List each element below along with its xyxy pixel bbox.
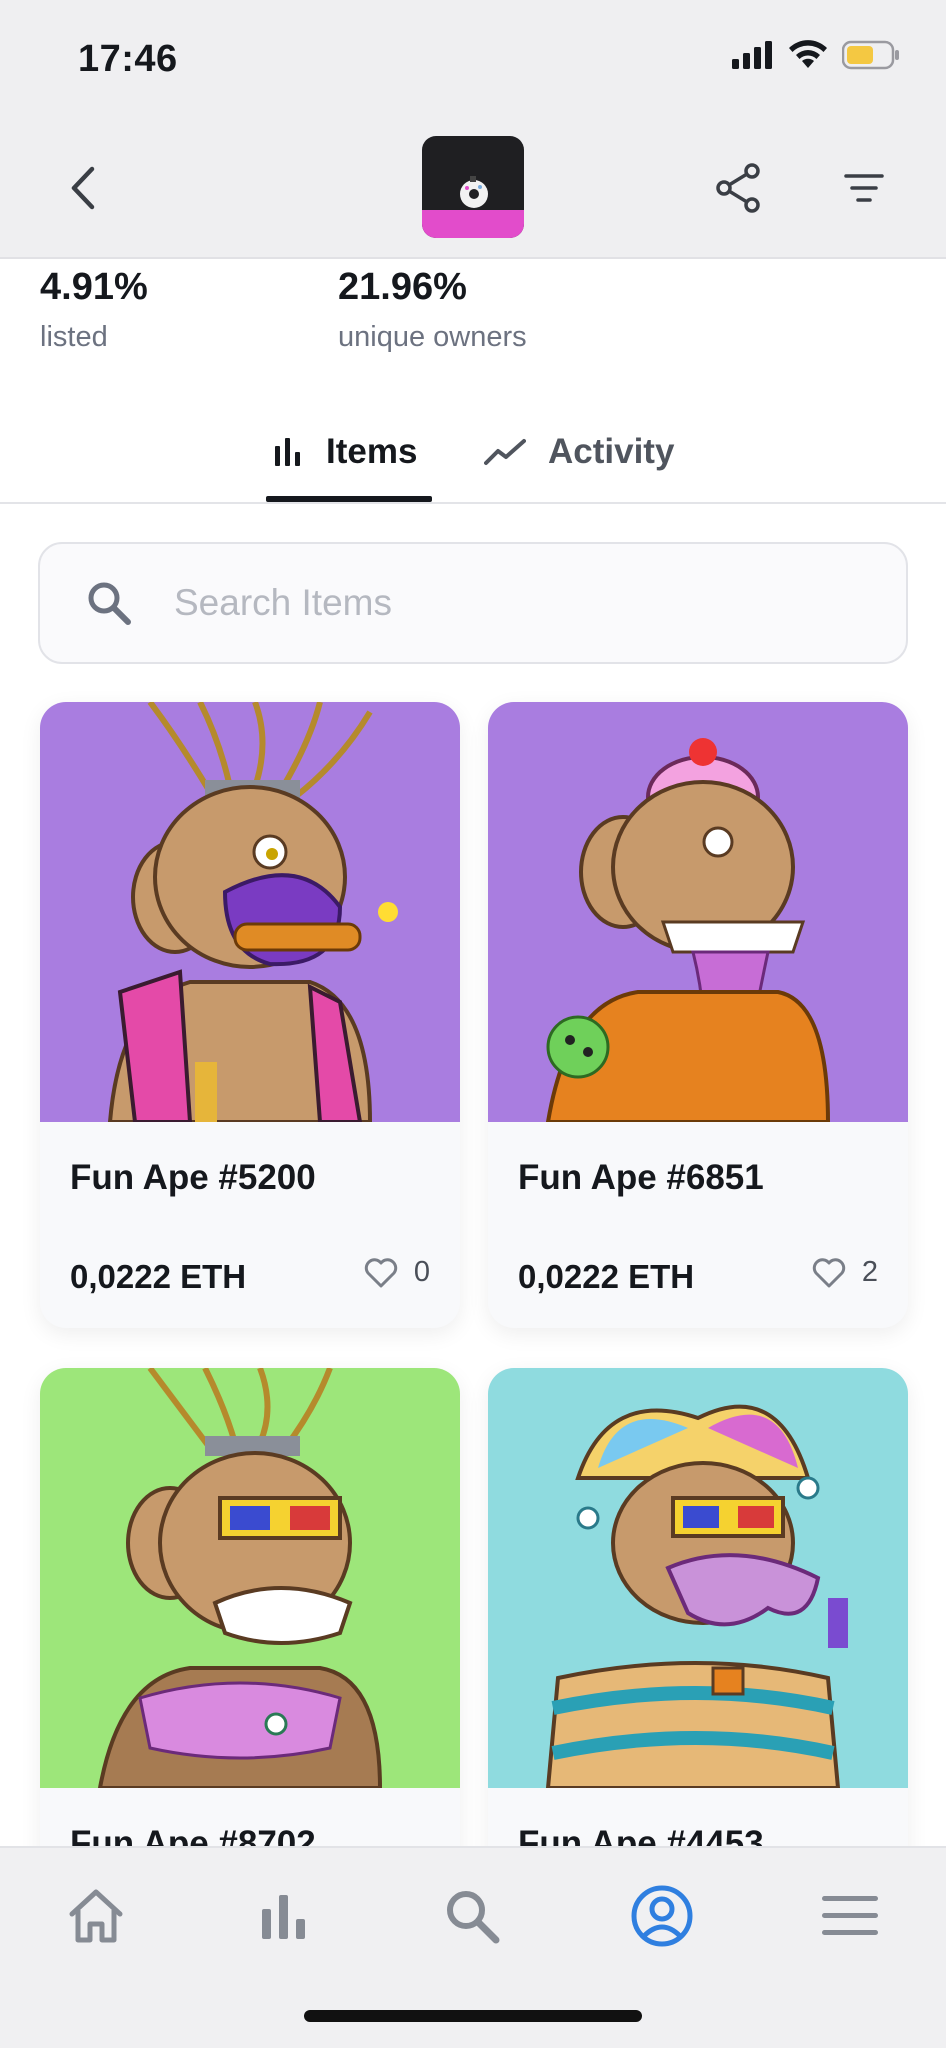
menu-icon [822,1896,878,1935]
nav-menu[interactable] [814,1880,886,1952]
share-button[interactable] [714,162,762,214]
tab-activity[interactable]: Activity [484,422,674,482]
active-tab-indicator [266,496,432,502]
stat-value: 4.91% [40,266,148,308]
stats-icon [262,1895,305,1939]
nav-home[interactable] [60,1880,132,1952]
top-bar: 17:46 [0,0,946,259]
battery-icon [842,40,899,70]
share-icon [716,163,760,213]
item-name: Fun Ape #6851 [518,1158,764,1197]
filter-icon [844,174,884,202]
stat-unique-owners: 21.96% unique owners [338,266,527,354]
stat-label: listed [40,321,108,353]
stat-listed: 4.91% listed [40,266,148,354]
like-count: 2 [861,1256,878,1288]
like-button[interactable]: 2 [812,1256,878,1289]
stat-label: unique owners [338,321,527,353]
search-icon [88,582,131,625]
signal-icon [732,41,772,69]
item-card[interactable]: Fun Ape #5200 0,0222 ETH 0 [40,702,460,1328]
item-image [40,1368,460,1788]
bar-chart-icon [275,438,300,466]
trend-line-icon [484,439,526,465]
chevron-left-icon [71,166,95,210]
collection-logo [422,136,524,238]
home-icon [69,1889,123,1943]
filter-button[interactable] [840,164,888,212]
search-box[interactable] [38,542,908,664]
heart-icon [812,1257,846,1287]
heart-icon [364,1257,398,1287]
wifi-icon [789,40,827,68]
status-time: 17:46 [78,38,178,80]
tab-label: Activity [548,432,675,471]
search-icon [447,1891,500,1944]
nav-stats[interactable] [248,1880,320,1952]
tab-label: Items [326,432,418,471]
search-input[interactable] [174,582,774,624]
tab-bar: Items Activity [0,408,946,504]
stat-value: 21.96% [338,266,467,308]
nav-profile[interactable] [626,1880,698,1952]
item-image [40,702,460,1122]
item-image [488,702,908,1122]
item-price: 0,0222 ETH [518,1258,695,1295]
nav-search[interactable] [436,1880,508,1952]
back-button[interactable] [58,158,108,218]
home-indicator [304,2010,642,2022]
status-icons [732,40,900,70]
item-image [488,1368,908,1788]
item-price: 0,0222 ETH [70,1258,247,1295]
like-button[interactable]: 0 [364,1256,430,1289]
like-count: 0 [413,1256,430,1288]
tab-items[interactable]: Items [272,422,417,482]
item-name: Fun Ape #5200 [70,1158,316,1197]
item-card[interactable]: Fun Ape #6851 0,0222 ETH 2 [488,702,908,1328]
profile-icon [631,1885,693,1947]
